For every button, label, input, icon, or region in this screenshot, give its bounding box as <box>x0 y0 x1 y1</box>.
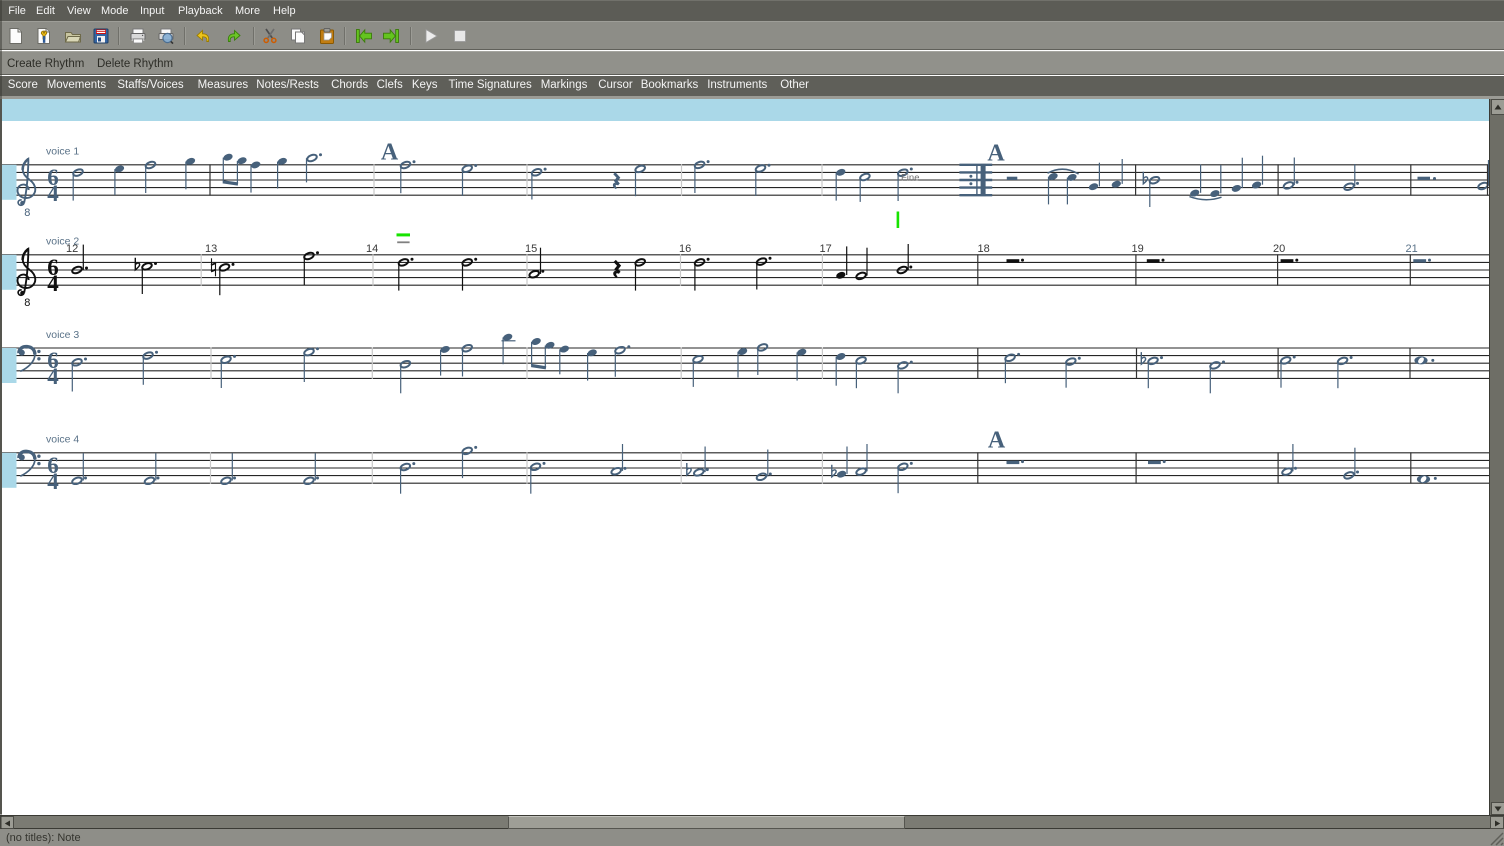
svg-text:voice 3: voice 3 <box>46 329 79 341</box>
svg-text:4: 4 <box>47 181 59 206</box>
svg-text:A: A <box>381 140 399 166</box>
svg-text:voice 1: voice 1 <box>46 146 79 158</box>
svg-text:14: 14 <box>366 243 378 255</box>
svg-text:4: 4 <box>47 469 59 494</box>
svg-text:17: 17 <box>820 243 832 255</box>
svg-text:A: A <box>988 428 1006 454</box>
svg-text:voice 4: voice 4 <box>46 434 79 446</box>
svg-text:20: 20 <box>1273 243 1285 255</box>
svg-text:19: 19 <box>1132 243 1144 255</box>
svg-text:4: 4 <box>47 271 59 296</box>
svg-text:18: 18 <box>978 243 990 255</box>
svg-text:4: 4 <box>47 364 59 389</box>
svg-text:12: 12 <box>66 243 78 255</box>
svg-text:Fine: Fine <box>901 173 919 184</box>
svg-text:16: 16 <box>679 243 691 255</box>
svg-text:8: 8 <box>24 207 30 219</box>
svg-text:A: A <box>987 141 1005 167</box>
svg-text:13: 13 <box>205 243 217 255</box>
svg-text:15: 15 <box>525 243 537 255</box>
svg-text:8: 8 <box>24 297 30 309</box>
svg-text:21: 21 <box>1406 243 1418 255</box>
